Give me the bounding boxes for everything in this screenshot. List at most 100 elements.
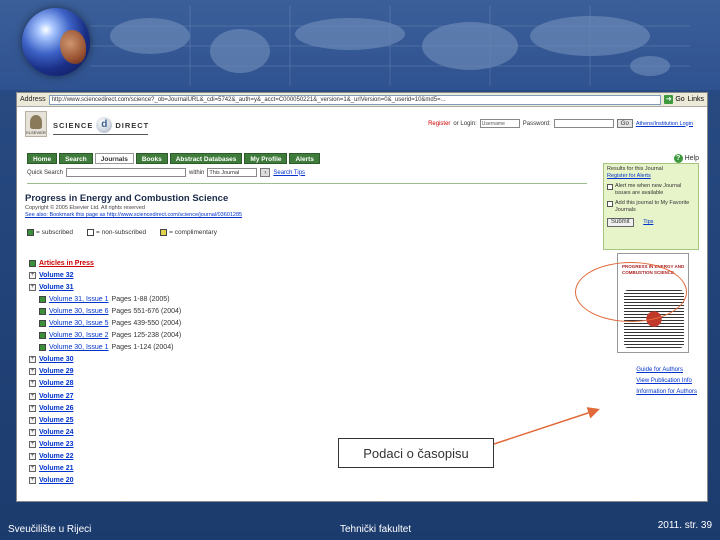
- access-legend: = subscribed = non-subscribed = complime…: [27, 229, 217, 236]
- issue-pages: Pages 125-238 (2004): [111, 332, 182, 340]
- expand-icon[interactable]: +: [29, 465, 36, 473]
- help-link[interactable]: ? Help: [673, 154, 699, 163]
- expand-icon[interactable]: +: [29, 356, 36, 364]
- address-label: Address: [20, 96, 46, 103]
- username-field[interactable]: Username: [479, 119, 520, 128]
- expand-icon[interactable]: +: [29, 271, 36, 279]
- journal-info-links: Guide for Authors View Publication Info …: [636, 365, 697, 398]
- help-icon: ?: [673, 154, 683, 163]
- volume-row: + Volume 23: [29, 438, 181, 450]
- help-label: Help: [684, 155, 699, 162]
- legend-non-subscribed: = non-subscribed: [87, 229, 146, 236]
- volume-link[interactable]: Volume 25: [39, 417, 74, 424]
- register-alerts-link[interactable]: Register for Alerts: [607, 173, 695, 180]
- tab-abstract-databases[interactable]: Abstract Databases: [169, 153, 243, 164]
- issue-row: Volume 30, Issue 2 Pages 125-238 (2004): [29, 330, 181, 342]
- search-tips-link[interactable]: Search Tips: [273, 170, 305, 176]
- sciencedirect-header: ELSEVIER SCIENCE d DIRECT Register or Lo…: [17, 107, 707, 141]
- volume-link[interactable]: Volume 27: [39, 393, 74, 400]
- logo-right-text: DIRECT: [115, 120, 150, 130]
- logo-underline: [53, 134, 148, 135]
- slide-footer: Sveučilište u Rijeci Tehnički fakultet 2…: [0, 512, 720, 540]
- subscribed-square-icon: [39, 332, 46, 340]
- expand-icon[interactable]: +: [29, 368, 36, 376]
- tab-my-profile[interactable]: My Profile: [244, 153, 288, 164]
- expand-icon[interactable]: +: [29, 428, 36, 436]
- volume-row: + Volume 31: [29, 281, 181, 293]
- bookmark-link[interactable]: See also: Bookmark this page as http://w…: [25, 212, 242, 219]
- quick-search-go-button[interactable]: ›: [260, 168, 271, 177]
- volume-row: + Volume 28: [29, 378, 181, 390]
- expand-icon[interactable]: +: [29, 453, 36, 461]
- volume-link[interactable]: Volume 31: [39, 284, 74, 291]
- guide-for-authors-link[interactable]: Guide for Authors: [636, 365, 697, 376]
- volume-row: + Volume 32: [29, 269, 181, 281]
- volume-link[interactable]: Volume 26: [39, 405, 74, 412]
- volume-link[interactable]: Volume 32: [39, 272, 74, 279]
- expand-icon[interactable]: +: [29, 392, 36, 400]
- slide-header: [0, 0, 720, 90]
- globe-land-icon: [60, 30, 86, 64]
- elsevier-logo[interactable]: ELSEVIER: [25, 111, 47, 137]
- sciencedirect-logo[interactable]: SCIENCE d DIRECT: [53, 117, 149, 133]
- favorite-check-label: Add this journal to My Favorite Journals: [615, 200, 690, 213]
- journal-title: Progress in Energy and Combustion Scienc…: [25, 193, 229, 204]
- footer-university: Sveučilište u Rijeci: [8, 524, 92, 535]
- volume-row: + Volume 21: [29, 463, 181, 475]
- complimentary-square-icon: [160, 229, 168, 236]
- expand-icon[interactable]: +: [29, 283, 36, 291]
- volume-link[interactable]: Volume 20: [39, 477, 74, 484]
- within-select[interactable]: This Journal: [207, 168, 258, 177]
- legend-complimentary: = complimentary: [160, 229, 217, 236]
- expand-icon[interactable]: +: [29, 380, 36, 388]
- volume-link[interactable]: Volume 24: [39, 429, 74, 436]
- publication-info-link[interactable]: View Publication Info: [636, 376, 697, 387]
- volume-row: + Volume 30: [29, 354, 181, 366]
- expand-icon[interactable]: +: [29, 477, 36, 485]
- athens-login-link[interactable]: Athens/Institution Login: [636, 121, 693, 127]
- volume-link[interactable]: Volume 29: [39, 368, 74, 375]
- tab-books[interactable]: Books: [135, 153, 168, 164]
- quick-search-input[interactable]: [66, 168, 187, 177]
- expand-icon[interactable]: +: [29, 416, 36, 424]
- issue-link[interactable]: Volume 30, Issue 6: [49, 308, 109, 315]
- expand-icon[interactable]: +: [29, 404, 36, 412]
- volume-link[interactable]: Volume 23: [39, 441, 74, 448]
- subscribed-square-icon: [39, 344, 46, 352]
- expand-icon[interactable]: +: [29, 440, 36, 448]
- favorite-checkbox[interactable]: [607, 201, 613, 207]
- issue-link[interactable]: Volume 30, Issue 2: [49, 332, 109, 339]
- submit-button[interactable]: Submit: [607, 218, 634, 227]
- password-field[interactable]: [553, 119, 614, 128]
- links-label[interactable]: Links: [688, 96, 704, 103]
- issue-link[interactable]: Volume 30, Issue 1: [49, 344, 109, 351]
- issue-row: Volume 31, Issue 1 Pages 1-88 (2005): [29, 293, 181, 305]
- register-link[interactable]: Register: [428, 121, 450, 127]
- address-field[interactable]: http://www.sciencedirect.com/science?_ob…: [48, 94, 662, 105]
- address-go-button[interactable]: ➜ Go: [664, 95, 685, 104]
- legend-non-subscribed-label: = non-subscribed: [96, 229, 147, 236]
- legend-subscribed: = subscribed: [27, 229, 73, 236]
- login-go-button[interactable]: Go: [616, 119, 633, 128]
- alert-checkbox[interactable]: [607, 184, 613, 190]
- tab-home[interactable]: Home: [27, 153, 58, 164]
- main-nav-tabs: Home Search Journals Books Abstract Data…: [27, 153, 320, 164]
- login-bar: Register or Login: Username Password: Go…: [428, 119, 693, 128]
- issue-link[interactable]: Volume 30, Issue 5: [49, 320, 109, 327]
- articles-in-press-link[interactable]: Articles in Press: [39, 260, 94, 267]
- panel-tips-link[interactable]: Tips: [643, 219, 653, 225]
- tab-search[interactable]: Search: [59, 153, 93, 164]
- logo-left-text: SCIENCE: [53, 120, 94, 130]
- volume-row: + Volume 24: [29, 426, 181, 438]
- go-label: Go: [675, 96, 685, 103]
- volume-link[interactable]: Volume 30: [39, 356, 74, 363]
- callout-box: Podaci o časopisu: [338, 438, 494, 468]
- tab-alerts[interactable]: Alerts: [289, 153, 320, 164]
- volume-link[interactable]: Volume 21: [39, 465, 74, 472]
- volume-link[interactable]: Volume 22: [39, 453, 74, 460]
- information-for-authors-link[interactable]: Information for Authors: [636, 387, 697, 398]
- issue-link[interactable]: Volume 31, Issue 1: [49, 296, 109, 303]
- tab-journals[interactable]: Journals: [94, 153, 134, 164]
- volume-link[interactable]: Volume 28: [39, 380, 74, 387]
- issue-pages: Pages 551-676 (2004): [111, 307, 182, 315]
